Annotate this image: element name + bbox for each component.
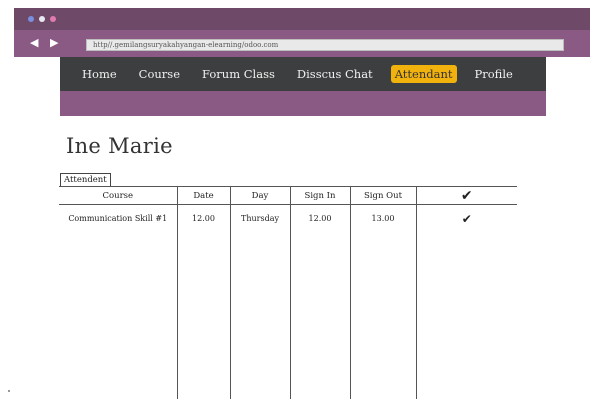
- cell-date: 12.00: [177, 204, 231, 233]
- url-input[interactable]: http//.gemilangsuryakahyangan-elearning/…: [86, 39, 564, 51]
- top-strip: [0, 0, 590, 8]
- page-title: Ine Marie: [66, 134, 173, 158]
- header-course: Course: [59, 186, 178, 205]
- header-check-icon: ✔: [416, 186, 517, 205]
- forward-arrow-icon[interactable]: ▶: [50, 36, 58, 49]
- cell-sign-in: 12.00: [290, 204, 351, 233]
- header-sign-in: Sign In: [290, 186, 351, 205]
- nav-course[interactable]: Course: [135, 65, 184, 83]
- window-dot-white-icon[interactable]: [39, 16, 45, 22]
- header-day: Day: [230, 186, 291, 205]
- table-empty-area: [59, 232, 517, 399]
- nav-forum-class[interactable]: Forum Class: [198, 65, 279, 83]
- window-dot-pink-icon[interactable]: [50, 16, 56, 22]
- nav-profile[interactable]: Profile: [471, 65, 517, 83]
- attendance-table: Course Date Day Sign In Sign Out ✔ Commu…: [59, 186, 517, 399]
- cell-course: Communication Skill #1: [59, 204, 178, 233]
- address-bar: ◀ ▶ http//.gemilangsuryakahyangan-elearn…: [14, 30, 590, 57]
- nav-home[interactable]: Home: [78, 65, 121, 83]
- main-navigation: Home Course Forum Class Disscus Chat Att…: [60, 57, 546, 91]
- cell-day: Thursday: [230, 204, 291, 233]
- corner-mark: [8, 390, 10, 392]
- back-arrow-icon[interactable]: ◀: [30, 36, 38, 49]
- nav-attendant[interactable]: Attendant: [390, 65, 457, 83]
- attendance-tab[interactable]: Attendent: [60, 173, 111, 187]
- cell-check-icon: ✔: [461, 211, 472, 226]
- table-header-row: Course Date Day Sign In Sign Out ✔: [59, 186, 517, 205]
- window-dot-blue-icon[interactable]: [28, 16, 34, 22]
- cell-sign-out: 13.00: [350, 204, 417, 233]
- window-titlebar: [14, 8, 590, 30]
- sub-navigation-bar: [60, 91, 546, 116]
- header-sign-out: Sign Out: [350, 186, 417, 205]
- nav-disscus-chat[interactable]: Disscus Chat: [293, 65, 377, 83]
- table-row: Communication Skill #1 12.00 Thursday 12…: [59, 204, 517, 233]
- header-date: Date: [177, 186, 231, 205]
